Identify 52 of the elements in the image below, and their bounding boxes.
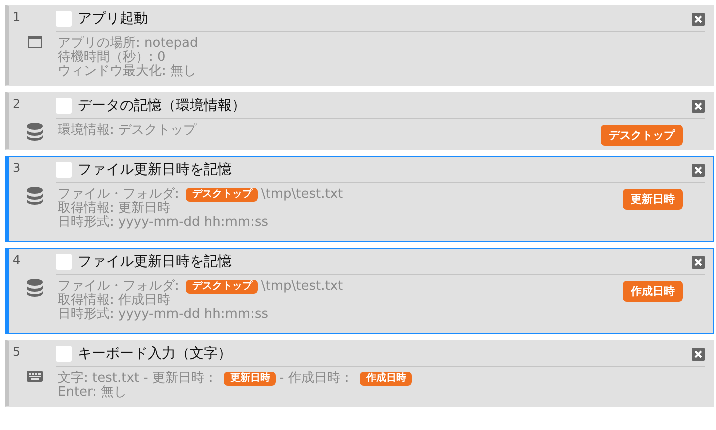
step-card[interactable]: 4 ファイル更新日時を記憶 ファイル・フォルダ: デスクトップ \tmp\test.txt 取得情報: 作成日時 日時形式: yyyy-mm-dd hh:mm:ss 作成日時 — [5, 248, 714, 334]
step-card[interactable]: 5 キーボード入力（文字） 文字: test.txt - 更新日時： 更新日時 - 作成日時： 作成日時 Enter: 無し — [5, 340, 714, 407]
detail-text: ファイル・フォルダ: — [58, 188, 180, 202]
detail-text: 取得情報: 作成日時 — [58, 294, 171, 308]
step-title: データの記憶（環境情報） — [78, 97, 247, 115]
step-card[interactable]: 3 ファイル更新日時を記憶 ファイル・フォルダ: デスクトップ \tmp\test.txt 取得情報: 更新日時 日時形式: yyyy-mm-dd hh:mm:ss 更新日時 — [5, 156, 714, 242]
detail-text: ウィンドウ最大化: 無し — [58, 65, 197, 79]
window-icon — [28, 36, 42, 48]
variable-tag: デスクトップ — [186, 280, 258, 294]
detail-text: - 作成日時： — [279, 372, 354, 386]
close-icon[interactable] — [692, 12, 705, 26]
checkbox[interactable] — [56, 11, 72, 27]
variable-tag: 更新日時 — [224, 372, 276, 386]
detail-text: \tmp\test.txt — [261, 280, 344, 294]
variable-tag: 更新日時 — [623, 189, 683, 210]
step-number: 4 — [13, 253, 21, 267]
step-number: 5 — [13, 345, 21, 359]
database-icon — [26, 123, 42, 141]
step-title: アプリ起動 — [78, 10, 149, 28]
close-icon[interactable] — [692, 100, 705, 112]
checkbox[interactable] — [56, 162, 72, 178]
variable-tag: 作成日時 — [360, 372, 412, 386]
detail-text: 日時形式: yyyy-mm-dd hh:mm:ss — [58, 216, 269, 230]
detail-text: 環境情報: デスクトップ — [58, 124, 197, 138]
checkbox[interactable] — [56, 254, 72, 270]
step-title: キーボード入力（文字） — [78, 345, 233, 363]
variable-tag: デスクトップ — [186, 188, 258, 202]
step-number: 3 — [13, 161, 21, 175]
close-icon[interactable] — [692, 164, 705, 176]
step-title: ファイル更新日時を記憶 — [78, 253, 233, 271]
close-icon[interactable] — [692, 348, 705, 360]
variable-tag: デスクトップ — [601, 125, 683, 146]
keyboard-icon — [26, 371, 42, 382]
detail-text: \tmp\test.txt — [261, 188, 344, 202]
detail-text: アプリの場所: notepad — [58, 37, 198, 51]
variable-tag: 作成日時 — [623, 281, 683, 302]
detail-text: 取得情報: 更新日時 — [58, 202, 171, 216]
database-icon — [26, 279, 42, 297]
detail-text: ファイル・フォルダ: — [58, 280, 180, 294]
step-title: ファイル更新日時を記憶 — [78, 161, 233, 179]
step-number: 1 — [13, 10, 21, 24]
step-card[interactable]: 2 データの記憶（環境情報） 環境情報: デスクトップ デスクトップ — [5, 92, 714, 150]
checkbox[interactable] — [56, 98, 72, 114]
database-icon — [26, 187, 42, 205]
detail-text: Enter: 無し — [58, 386, 128, 400]
detail-text: 待機時間（秒）: 0 — [58, 51, 166, 65]
step-number: 2 — [13, 97, 21, 111]
close-icon[interactable] — [692, 256, 705, 268]
step-card[interactable]: 1 アプリ起動 アプリの場所: notepad 待機時間（秒）: 0 ウィンドウ最大化: 無し — [5, 5, 714, 86]
detail-text: 日時形式: yyyy-mm-dd hh:mm:ss — [58, 308, 269, 322]
detail-text: 文字: test.txt - 更新日時： — [58, 372, 218, 386]
checkbox[interactable] — [56, 346, 72, 362]
